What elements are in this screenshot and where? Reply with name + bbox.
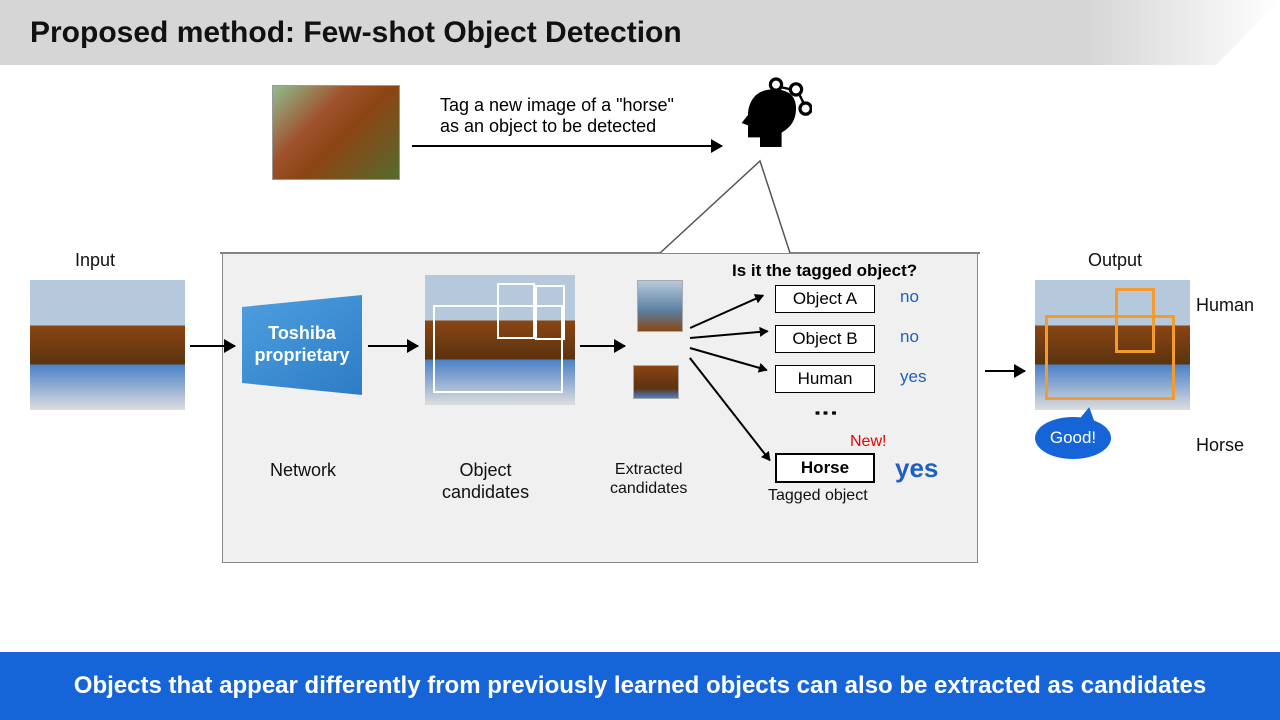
answer-horse: yes (895, 453, 938, 484)
diagram-stage: Tag a new image of a "horse" as an objec… (0, 65, 1280, 605)
page-title: Proposed method: Few-shot Object Detecti… (30, 16, 682, 50)
arrow-reference-to-ai (412, 145, 722, 147)
output-horse-label: Horse (1196, 435, 1244, 456)
output-label: Output (1088, 250, 1142, 271)
candidate-human: Human (775, 365, 875, 393)
new-flag: New! (850, 433, 886, 451)
footer-banner: Objects that appear differently from pre… (0, 652, 1280, 720)
arrow-input-network (190, 345, 235, 347)
vertical-dots-icon: ⋮ (819, 401, 831, 425)
candidate-horse: Horse (775, 453, 875, 483)
network-trapezoid: Toshiba proprietary (242, 295, 362, 395)
candidates-label: Object candidates (442, 460, 529, 503)
tagged-object-label: Tagged object (768, 487, 868, 505)
tag-caption: Tag a new image of a "horse" as an objec… (440, 95, 720, 137)
input-image (30, 280, 185, 410)
output-human-label: Human (1196, 295, 1254, 316)
answer-human: yes (900, 367, 926, 387)
callout-outline (220, 153, 980, 263)
good-bubble: Good! (1035, 417, 1111, 459)
answer-a: no (900, 287, 919, 307)
arrow-candidates-extracted (580, 345, 625, 347)
input-label: Input (75, 250, 115, 271)
candidate-object-b: Object B (775, 325, 875, 353)
question-text: Is it the tagged object? (732, 261, 917, 281)
answer-b: no (900, 327, 919, 347)
arrow-to-output (985, 370, 1025, 372)
candidates-image (425, 275, 575, 405)
ai-head-icon (732, 75, 812, 155)
extracted-crop-horse (633, 365, 679, 399)
arrow-network-candidates (368, 345, 418, 347)
network-label: Network (270, 460, 336, 481)
extracted-label: Extracted candidates (610, 460, 687, 498)
output-image (1035, 280, 1190, 410)
extracted-crop-rider (637, 280, 683, 332)
title-bar: Proposed method: Few-shot Object Detecti… (0, 0, 1280, 65)
candidate-object-a: Object A (775, 285, 875, 313)
